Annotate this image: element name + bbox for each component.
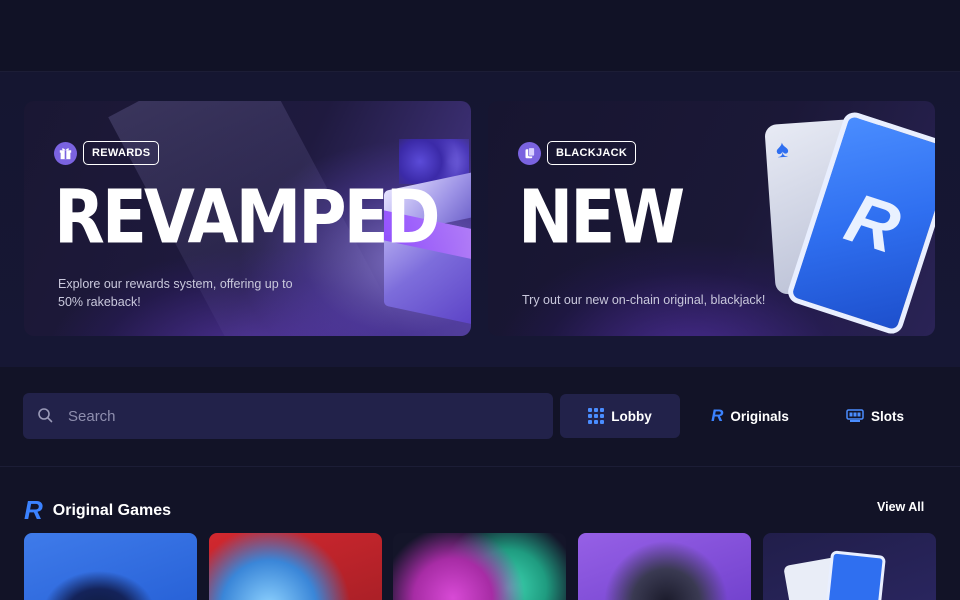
banner-tag: REWARDS: [83, 141, 160, 165]
r-logo-icon: R: [711, 406, 724, 425]
top-bar: [0, 0, 960, 72]
game-tile[interactable]: [209, 533, 382, 600]
section-header: R Original Games: [24, 495, 171, 526]
tab-label: Lobby: [611, 408, 652, 424]
game-tile[interactable]: [763, 533, 936, 600]
cards-icon: [518, 141, 541, 165]
search-icon: [38, 408, 53, 423]
divider: [0, 466, 960, 467]
blackjack-banner[interactable]: ♠ R BLACKJACK NEW Try out our new on-cha…: [488, 101, 935, 336]
section-title: Original Games: [52, 501, 172, 519]
slot-machine-icon: [846, 409, 864, 422]
banner-tag-row: REWARDS: [54, 141, 160, 165]
tab-label: Originals: [730, 408, 789, 424]
banner-tag: BLACKJACK: [547, 141, 637, 165]
spade-icon: ♠: [775, 135, 790, 164]
playing-card-front: [825, 550, 886, 600]
tab-originals[interactable]: R Originals: [690, 394, 810, 438]
banner-description: Try out our new on-chain original, black…: [522, 293, 766, 307]
banner-description: Explore our rewards system, offering up …: [58, 277, 293, 309]
tab-lobby[interactable]: Lobby: [560, 394, 680, 438]
r-logo-icon: R: [836, 178, 910, 268]
game-tile[interactable]: [24, 533, 197, 600]
page: REWARDS REVAMPED Explore our rewards sys…: [0, 0, 960, 600]
view-all-link[interactable]: View All: [877, 500, 924, 514]
tab-slots[interactable]: Slots: [820, 394, 930, 438]
grid-icon: [588, 408, 605, 424]
game-tile[interactable]: [578, 533, 751, 600]
tab-label: Slots: [870, 408, 904, 424]
search-input[interactable]: [68, 393, 538, 439]
search-bar: [23, 393, 553, 439]
rewards-banner[interactable]: REWARDS REVAMPED Explore our rewards sys…: [24, 101, 471, 336]
banner-headline: NEW: [518, 174, 685, 261]
banner-headline: REVAMPED: [54, 174, 441, 261]
gift-icon: [54, 141, 77, 165]
r-logo-icon: R: [24, 495, 43, 525]
game-tile[interactable]: [393, 533, 566, 600]
banner-tag-row: BLACKJACK: [518, 141, 637, 165]
